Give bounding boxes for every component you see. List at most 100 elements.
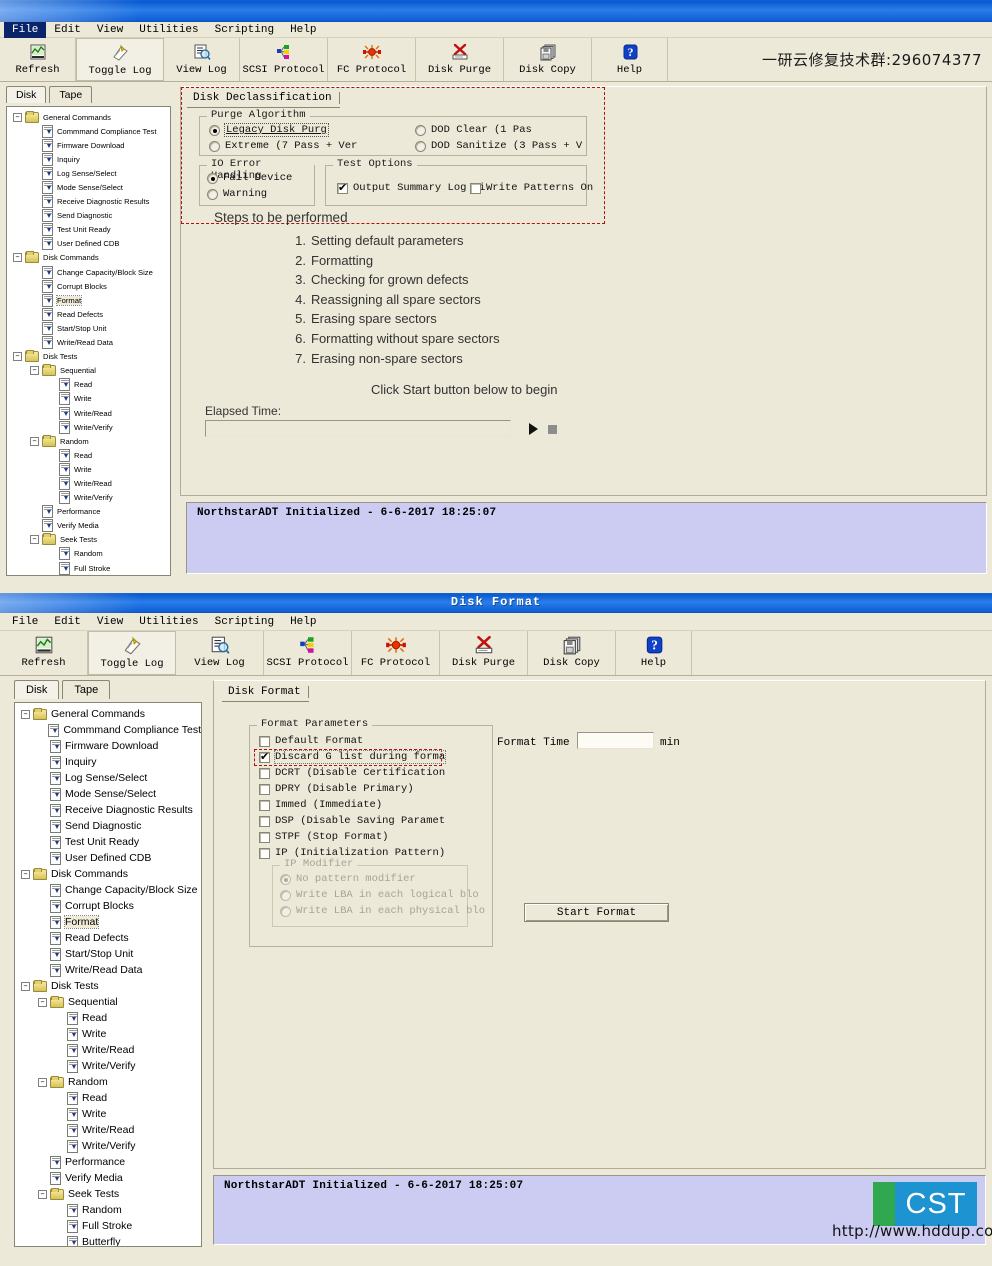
tree-item[interactable]: Mode Sense/Select bbox=[9, 180, 170, 195]
toolbar-button-fc-protocol-bottom[interactable]: FC Protocol bbox=[352, 631, 440, 675]
elapsed-time-field[interactable] bbox=[205, 420, 511, 437]
checkbox-dsp[interactable]: DSP (Disable Saving Paramet bbox=[259, 815, 445, 827]
toolbar-button-scsi-protocol[interactable]: SCSI Protocol bbox=[240, 38, 328, 81]
tree-folder[interactable]: – General Commands bbox=[9, 110, 170, 124]
tree-item[interactable]: Write bbox=[17, 1106, 201, 1122]
tree-item[interactable]: Start/Stop Unit bbox=[9, 321, 170, 335]
tree-item[interactable]: User Defined CDB bbox=[17, 850, 201, 866]
tree-item[interactable]: Write bbox=[9, 462, 170, 476]
expander-icon[interactable]: – bbox=[21, 981, 30, 991]
tree-item[interactable]: Random bbox=[17, 1202, 201, 1218]
command-tree-bottom[interactable]: – General Commands Commmand Compliance Tes… bbox=[14, 702, 202, 1247]
toolbar-button-toggle-log[interactable]: Toggle Log bbox=[76, 38, 164, 81]
checkbox-dcrt[interactable]: DCRT (Disable Certification bbox=[259, 767, 445, 779]
expander-icon[interactable]: – bbox=[13, 112, 22, 122]
menu-help-bottom[interactable]: Help bbox=[282, 613, 324, 631]
expander-icon[interactable]: – bbox=[30, 366, 39, 376]
menu-edit[interactable]: Edit bbox=[46, 22, 88, 38]
tree-item[interactable]: Random bbox=[9, 547, 170, 561]
tree-item[interactable]: Butterfly bbox=[17, 1234, 201, 1246]
toolbar-button-refresh[interactable]: Refresh bbox=[0, 38, 76, 81]
tree-item[interactable]: Inquiry bbox=[9, 152, 170, 166]
log-pane-bottom[interactable]: NorthstarADT Initialized - 6-6-2017 18:2… bbox=[213, 1175, 992, 1245]
expander-icon[interactable]: – bbox=[21, 869, 30, 879]
tree-folder[interactable]: – Disk Commands bbox=[9, 251, 170, 265]
toolbar-button-disk-copy[interactable]: Disk Copy bbox=[504, 38, 592, 81]
tab-tape-bottom[interactable]: Tape bbox=[62, 680, 111, 699]
menu-utilities[interactable]: Utilities bbox=[131, 22, 206, 38]
tree-item[interactable]: Performance bbox=[9, 505, 170, 519]
stop-icon[interactable] bbox=[548, 425, 557, 434]
tree-item[interactable]: Change Capacity/Block Size bbox=[9, 265, 170, 279]
start-format-button[interactable]: Start Format bbox=[524, 903, 669, 922]
expander-icon[interactable]: – bbox=[21, 709, 30, 719]
checkbox-discard-g-list[interactable]: Discard G list during forma bbox=[259, 750, 447, 764]
tab-tape-top[interactable]: Tape bbox=[49, 86, 93, 103]
tree-item[interactable]: Write/Verify bbox=[9, 491, 170, 505]
tab-disk-top[interactable]: Disk bbox=[6, 86, 47, 103]
tree-item[interactable]: Read bbox=[17, 1090, 201, 1106]
tree-item[interactable]: Read Defects bbox=[17, 930, 201, 946]
tree-item[interactable]: Format bbox=[9, 293, 170, 307]
checkbox-stpf[interactable]: STPF (Stop Format) bbox=[259, 831, 388, 843]
tree-item[interactable]: Performance bbox=[17, 1154, 201, 1170]
tree-folder[interactable]: – Sequential bbox=[17, 994, 201, 1010]
tree-item[interactable]: Verify Media bbox=[9, 519, 170, 533]
tree-item[interactable]: Send Diagnostic bbox=[9, 209, 170, 223]
menu-view-bottom[interactable]: View bbox=[89, 613, 131, 631]
checkbox-dpry[interactable]: DPRY (Disable Primary) bbox=[259, 783, 414, 795]
tree-item[interactable]: Test Unit Ready bbox=[9, 223, 170, 237]
menu-edit-bottom[interactable]: Edit bbox=[46, 613, 88, 631]
expander-icon[interactable]: – bbox=[38, 997, 47, 1007]
tree-item[interactable]: Write/Read bbox=[9, 476, 170, 490]
tree-item[interactable]: Start/Stop Unit bbox=[17, 946, 201, 962]
tree-item[interactable]: Full Stroke bbox=[17, 1218, 201, 1234]
expander-icon[interactable]: – bbox=[30, 436, 39, 446]
toolbar-button-scsi-protocol-bottom[interactable]: SCSI Protocol bbox=[264, 631, 352, 675]
tree-item[interactable]: Send Diagnostic bbox=[17, 818, 201, 834]
tree-item[interactable]: Butterfly bbox=[9, 575, 170, 576]
radio-legacy-disk-purge[interactable]: Legacy Disk Purg bbox=[209, 123, 329, 137]
toolbar-button-view-log-bottom[interactable]: View Log bbox=[176, 631, 264, 675]
tree-item[interactable]: Firmware Download bbox=[9, 138, 170, 152]
tree-item[interactable]: Write/Verify bbox=[9, 420, 170, 434]
tab-disk-bottom[interactable]: Disk bbox=[14, 680, 60, 699]
tree-folder[interactable]: – Seek Tests bbox=[17, 1186, 201, 1202]
tree-folder[interactable]: – Disk Tests bbox=[9, 350, 170, 364]
radio-dod-clear[interactable]: DOD Clear (1 Pas bbox=[415, 124, 532, 136]
checkbox-write-patterns-on[interactable]: Write Patterns On bbox=[470, 182, 593, 194]
toolbar-button-view-log[interactable]: View Log bbox=[164, 38, 240, 81]
tree-item[interactable]: Receive Diagnostic Results bbox=[17, 802, 201, 818]
tree-item[interactable]: Write/Verify bbox=[17, 1138, 201, 1154]
tree-item[interactable]: Firmware Download bbox=[17, 738, 201, 754]
tree-item[interactable]: Write bbox=[17, 1026, 201, 1042]
tree-item[interactable]: User Defined CDB bbox=[9, 237, 170, 251]
tree-item[interactable]: Write/Read Data bbox=[9, 336, 170, 350]
tree-item[interactable]: Read bbox=[17, 1010, 201, 1026]
tree-item[interactable]: Read bbox=[9, 448, 170, 462]
radio-dod-sanitize[interactable]: DOD Sanitize (3 Pass + V bbox=[415, 140, 582, 152]
toolbar-button-disk-purge-bottom[interactable]: Disk Purge bbox=[440, 631, 528, 675]
radio-fail-device[interactable]: Fail Device bbox=[207, 172, 292, 184]
command-tree-top[interactable]: – General Commands Commmand Compliance Tes… bbox=[6, 106, 171, 576]
menu-file-bottom[interactable]: File bbox=[4, 613, 46, 631]
play-icon[interactable] bbox=[529, 423, 538, 435]
checkbox-output-summary-log[interactable]: Output Summary Log Fi bbox=[337, 181, 485, 194]
tree-item[interactable]: Commmand Compliance Test bbox=[17, 722, 201, 738]
expander-icon[interactable]: – bbox=[38, 1189, 47, 1199]
tree-item[interactable]: Test Unit Ready bbox=[17, 834, 201, 850]
menu-view[interactable]: View bbox=[89, 22, 131, 38]
menu-help[interactable]: Help bbox=[282, 22, 324, 38]
tree-folder[interactable]: – Seek Tests bbox=[9, 533, 170, 547]
tree-item[interactable]: Log Sense/Select bbox=[17, 770, 201, 786]
tree-folder[interactable]: – Random bbox=[17, 1074, 201, 1090]
tree-item[interactable]: Write/Verify bbox=[17, 1058, 201, 1074]
toolbar-button-toggle-log-bottom[interactable]: Toggle Log bbox=[88, 631, 176, 675]
toolbar-button-help-bottom[interactable]: ? Help bbox=[616, 631, 692, 675]
expander-icon[interactable]: – bbox=[13, 253, 22, 263]
format-time-field[interactable] bbox=[577, 732, 654, 749]
tree-item[interactable]: Read Defects bbox=[9, 307, 170, 321]
tree-folder[interactable]: – Sequential bbox=[9, 364, 170, 378]
tree-item[interactable]: Write/Read bbox=[17, 1042, 201, 1058]
tree-item[interactable]: Corrupt Blocks bbox=[9, 279, 170, 293]
